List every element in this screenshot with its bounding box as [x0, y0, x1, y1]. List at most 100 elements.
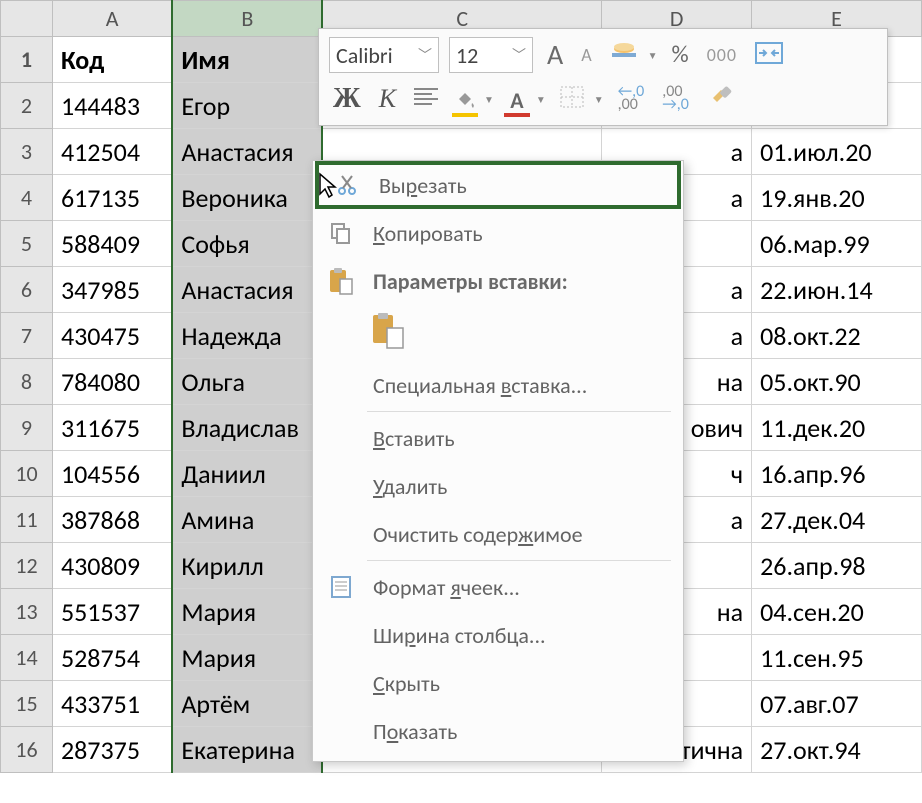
cell[interactable]: Имя — [172, 37, 322, 83]
cell[interactable]: 144483 — [52, 83, 172, 129]
cell[interactable]: Ольга — [172, 359, 322, 405]
cell[interactable]: Егор — [172, 83, 322, 129]
cell[interactable]: Мария — [172, 589, 322, 635]
chevron-down-icon[interactable]: ▼ — [648, 49, 658, 62]
cell[interactable]: 412504 — [52, 129, 172, 175]
cell[interactable]: 01.июл.20 — [752, 129, 922, 175]
cell[interactable]: 347985 — [52, 267, 172, 313]
select-all-corner[interactable] — [1, 1, 53, 37]
context-menu-delete[interactable]: Удалить — [313, 462, 683, 510]
row-header[interactable]: 14 — [1, 635, 53, 681]
cell[interactable]: 27.окт.94 — [752, 727, 922, 773]
cell[interactable]: 528754 — [52, 635, 172, 681]
context-menu-label: Параметры вставки: — [373, 268, 568, 295]
context-menu-column-width[interactable]: Ширина столбца... — [313, 611, 683, 659]
grow-font-button[interactable]: A — [543, 39, 567, 71]
cell[interactable]: 588409 — [52, 221, 172, 267]
cell[interactable]: 551537 — [52, 589, 172, 635]
decrease-decimal-button[interactable]: ,00→,0 — [658, 84, 693, 114]
context-menu-cut[interactable]: Вырезать — [315, 161, 681, 209]
font-color-button[interactable]: A — [504, 91, 530, 107]
cell[interactable]: 430475 — [52, 313, 172, 359]
row-header[interactable]: 9 — [1, 405, 53, 451]
shrink-font-button[interactable]: A — [577, 44, 595, 66]
cell[interactable]: Артём — [172, 681, 322, 727]
row-header[interactable]: 16 — [1, 727, 53, 773]
context-menu-insert[interactable]: Вставить — [313, 414, 683, 462]
cell[interactable]: 784080 — [52, 359, 172, 405]
cell[interactable]: Амина — [172, 497, 322, 543]
row-header[interactable]: 2 — [1, 83, 53, 129]
chevron-down-icon[interactable]: ▼ — [484, 93, 494, 106]
row-header[interactable]: 12 — [1, 543, 53, 589]
context-menu-format-cells[interactable]: Формат ячеек... — [313, 563, 683, 611]
cell[interactable]: 16.апр.96 — [752, 451, 922, 497]
row-header[interactable]: 1 — [1, 37, 53, 83]
context-menu-clear[interactable]: Очистить содержимое — [313, 510, 683, 558]
row-header[interactable]: 13 — [1, 589, 53, 635]
cell[interactable]: 433751 — [52, 681, 172, 727]
percent-format-button[interactable]: % — [668, 41, 693, 69]
cell[interactable]: 104556 — [52, 451, 172, 497]
cell[interactable]: 19.янв.20 — [752, 175, 922, 221]
merge-button[interactable] — [751, 40, 787, 71]
cell[interactable]: 07.авг.07 — [752, 681, 922, 727]
paste-option-default[interactable] — [371, 312, 405, 355]
row-header[interactable]: 6 — [1, 267, 53, 313]
align-button[interactable] — [410, 85, 442, 114]
cell[interactable]: 27.дек.04 — [752, 497, 922, 543]
increase-decimal-button[interactable]: ←,0,00 — [614, 84, 649, 114]
cell[interactable]: 05.окт.90 — [752, 359, 922, 405]
cell[interactable]: 08.окт.22 — [752, 313, 922, 359]
cell[interactable]: 04.сен.20 — [752, 589, 922, 635]
cell[interactable]: Анастасия — [172, 129, 322, 175]
menu-separator — [367, 411, 671, 412]
context-menu-paste-special[interactable]: Специальная вставка... — [313, 361, 683, 409]
cell[interactable]: 387868 — [52, 497, 172, 543]
chevron-down-icon[interactable]: ▼ — [536, 93, 546, 106]
row-header[interactable]: 7 — [1, 313, 53, 359]
cell[interactable]: 11.сен.95 — [752, 635, 922, 681]
cell[interactable]: 311675 — [52, 405, 172, 451]
cell[interactable]: 22.июн.14 — [752, 267, 922, 313]
col-header-b[interactable]: B — [172, 1, 322, 37]
row-header[interactable]: 10 — [1, 451, 53, 497]
bold-button[interactable]: Ж — [329, 83, 365, 115]
cell[interactable]: 06.мар.99 — [752, 221, 922, 267]
cell[interactable]: Софья — [172, 221, 322, 267]
clipboard-icon — [325, 267, 357, 295]
col-header-a[interactable]: A — [52, 1, 172, 37]
row-header[interactable]: 11 — [1, 497, 53, 543]
cell[interactable]: 26.апр.98 — [752, 543, 922, 589]
cell[interactable]: 430809 — [52, 543, 172, 589]
cell[interactable]: Вероника — [172, 175, 322, 221]
accounting-format-button[interactable] — [606, 39, 642, 72]
cell[interactable]: Мария — [172, 635, 322, 681]
row-header[interactable]: 8 — [1, 359, 53, 405]
italic-button[interactable]: К — [375, 84, 400, 114]
cell[interactable]: Кирилл — [172, 543, 322, 589]
font-size-select[interactable]: 12 ﹀ — [449, 37, 533, 73]
row-header[interactable]: 15 — [1, 681, 53, 727]
context-menu-hide[interactable]: Скрыть — [313, 659, 683, 707]
cell[interactable]: Код — [52, 37, 172, 83]
comma-format-button[interactable]: 000 — [703, 44, 741, 66]
cell[interactable]: Владислав — [172, 405, 322, 451]
row-header[interactable]: 5 — [1, 221, 53, 267]
cell[interactable]: Екатерина — [172, 727, 322, 773]
cell[interactable]: 617135 — [52, 175, 172, 221]
context-menu-copy[interactable]: Копировать — [313, 209, 683, 257]
cell[interactable]: 11.дек.20 — [752, 405, 922, 451]
chevron-down-icon[interactable]: ▼ — [594, 93, 604, 106]
cell[interactable]: Анастасия — [172, 267, 322, 313]
cell[interactable]: Даниил — [172, 451, 322, 497]
font-name-select[interactable]: Calibri ﹀ — [329, 37, 439, 73]
format-painter-button[interactable] — [703, 82, 739, 117]
fill-color-button[interactable] — [452, 91, 478, 107]
row-header[interactable]: 3 — [1, 129, 53, 175]
row-header[interactable]: 4 — [1, 175, 53, 221]
cell[interactable]: Надежда — [172, 313, 322, 359]
cell[interactable]: 287375 — [52, 727, 172, 773]
borders-button[interactable] — [556, 84, 588, 115]
context-menu-show[interactable]: Показать — [313, 707, 683, 755]
